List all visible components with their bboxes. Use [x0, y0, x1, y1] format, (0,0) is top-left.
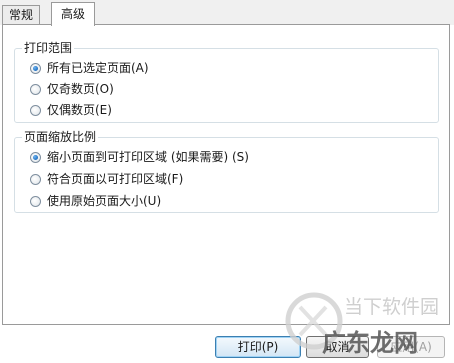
print-range-group: 打印范围 所有已选定页面(A) 仅奇数页(O) 仅偶数页(E): [14, 40, 439, 123]
radio-label: 所有已选定页面(A): [47, 61, 149, 75]
radio-button-checked[interactable]: [30, 62, 41, 74]
radio-odd-pages-only[interactable]: 仅奇数页(O): [30, 81, 114, 97]
radio-even-pages-only[interactable]: 仅偶数页(E): [30, 102, 112, 118]
cancel-button[interactable]: 取消: [306, 336, 369, 358]
radio-button[interactable]: [30, 104, 41, 116]
radio-all-selected-pages[interactable]: 所有已选定页面(A): [30, 60, 149, 76]
radio-label: 使用原始页面大小(U): [47, 194, 162, 208]
print-range-title: 打印范围: [22, 40, 75, 56]
tab-bar: 常规 高级: [0, 0, 454, 26]
radio-shrink-to-printable[interactable]: 缩小页面到可打印区域 (如果需要) (S): [30, 149, 249, 165]
radio-button[interactable]: [30, 195, 41, 207]
apply-button[interactable]: 应用(A): [377, 336, 445, 358]
radio-label: 缩小页面到可打印区域 (如果需要) (S): [47, 150, 249, 164]
radio-button[interactable]: [30, 83, 41, 95]
radio-label: 仅奇数页(O): [47, 82, 114, 96]
radio-fit-to-printable[interactable]: 符合页面以可打印区域(F): [30, 171, 183, 187]
tab-general[interactable]: 常规: [2, 5, 41, 25]
radio-label: 仅偶数页(E): [47, 103, 112, 117]
print-button[interactable]: 打印(P): [215, 336, 301, 358]
radio-button[interactable]: [30, 173, 41, 185]
page-scaling-group: 页面缩放比例 缩小页面到可打印区域 (如果需要) (S) 符合页面以可打印区域(…: [14, 129, 439, 213]
page-scaling-title: 页面缩放比例: [22, 129, 99, 145]
radio-button-checked[interactable]: [30, 151, 41, 163]
tab-advanced[interactable]: 高级: [51, 2, 96, 26]
radio-original-size[interactable]: 使用原始页面大小(U): [30, 193, 161, 209]
advanced-panel: 打印范围 所有已选定页面(A) 仅奇数页(O) 仅偶数页(E) 页面缩放比例 缩…: [2, 24, 450, 325]
radio-label: 符合页面以可打印区域(F): [47, 172, 184, 186]
